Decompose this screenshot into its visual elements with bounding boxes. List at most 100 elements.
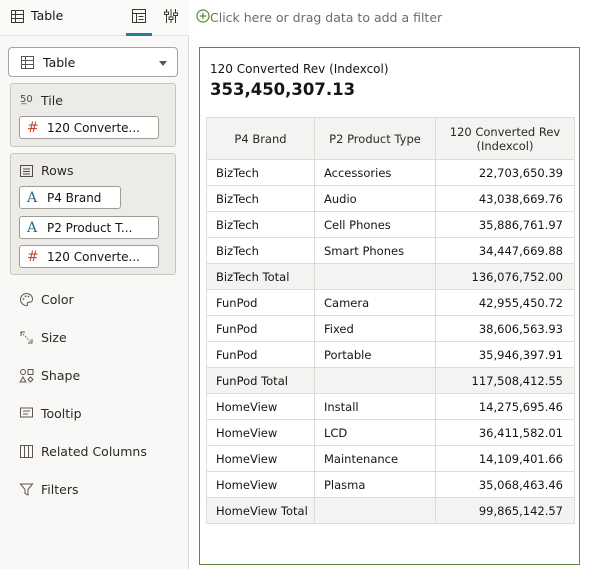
table-header-row: P4 Brand P2 Product Type 120 Converted R…	[206, 117, 575, 160]
cell-brand: BizTech	[206, 185, 315, 212]
cell-product-type: Audio	[314, 185, 436, 212]
cell-brand: BizTech	[206, 211, 315, 238]
rows-attribute-pill[interactable]: A P2 Product T...	[19, 216, 159, 239]
cell-revenue: 99,865,142.57	[435, 497, 575, 524]
tile-measure-pill[interactable]: # 120 Converte...	[19, 116, 159, 139]
table-row[interactable]: FunPod Camera 42,955,450.72	[206, 289, 575, 316]
tooltip-icon	[20, 407, 33, 418]
cell-product-type: Fixed	[314, 315, 436, 342]
property-label: Related Columns	[41, 444, 147, 459]
panel-title: Table	[31, 8, 64, 23]
table-row[interactable]: HomeView Install 14,275,695.46	[206, 393, 575, 420]
cell-revenue: 43,038,669.76	[435, 185, 575, 212]
tile-label: 120 Converted Rev (Indexcol)	[210, 62, 389, 76]
pill-label: 120 Converte...	[47, 250, 140, 264]
table-row[interactable]: BizTech Accessories 22,703,650.39	[206, 159, 575, 186]
viz-type-select[interactable]: Table	[8, 47, 178, 77]
table-row[interactable]: BizTech Smart Phones 34,447,669.88	[206, 237, 575, 264]
property-label: Filters	[41, 482, 79, 497]
column-header[interactable]: P2 Product Type	[314, 117, 436, 160]
tab-properties[interactable]	[158, 0, 184, 36]
cell-product-type: LCD	[314, 419, 436, 446]
cell-product-type: Install	[314, 393, 436, 420]
cell-product-type: Portable	[314, 341, 436, 368]
cell-product-type: Cell Phones	[314, 211, 436, 238]
properties-icon	[164, 9, 178, 23]
pill-label: P4 Brand	[47, 191, 102, 205]
cell-product-type: Camera	[314, 289, 436, 316]
cell-revenue: 35,946,397.91	[435, 341, 575, 368]
table-total-row[interactable]: FunPod Total 117,508,412.55	[206, 367, 575, 394]
table-icon	[21, 56, 34, 69]
cell-product-type: Accessories	[314, 159, 436, 186]
tile-icon: 5̲0	[20, 94, 33, 105]
cell-brand: HomeView	[206, 471, 315, 498]
table-total-row[interactable]: HomeView Total 99,865,142.57	[206, 497, 575, 524]
cell-revenue: 42,955,450.72	[435, 289, 575, 316]
cell-brand: HomeView	[206, 445, 315, 472]
viz-type-label: Table	[43, 55, 76, 70]
cell-revenue: 36,411,582.01	[435, 419, 575, 446]
grammar-panel: Table Table 5̲0 Tile # 120 Converte... R…	[0, 0, 189, 569]
attribute-icon: A	[27, 190, 38, 206]
table-row[interactable]: BizTech Cell Phones 35,886,761.97	[206, 211, 575, 238]
data-table: P4 Brand P2 Product Type 120 Converted R…	[206, 117, 575, 524]
measure-icon: #	[27, 120, 39, 136]
cell-product-type	[314, 263, 436, 290]
cell-brand: BizTech	[206, 159, 315, 186]
cell-product-type: Maintenance	[314, 445, 436, 472]
columns-icon	[20, 445, 33, 458]
property-label: Color	[41, 292, 74, 307]
filter-icon	[19, 483, 34, 496]
cell-revenue: 117,508,412.55	[435, 367, 575, 394]
rows-measure-pill[interactable]: # 120 Converte...	[19, 245, 159, 268]
column-header[interactable]: 120 Converted Rev (Indexcol)	[435, 117, 575, 160]
rows-attribute-pill[interactable]: A P4 Brand	[19, 186, 121, 209]
property-label: Shape	[41, 368, 81, 383]
cell-revenue: 35,068,463.46	[435, 471, 575, 498]
cell-brand: HomeView Total	[206, 497, 315, 524]
cell-brand: BizTech	[206, 237, 315, 264]
cell-revenue: 22,703,650.39	[435, 159, 575, 186]
table-row[interactable]: BizTech Audio 43,038,669.76	[206, 185, 575, 212]
table-row[interactable]: FunPod Fixed 38,606,563.93	[206, 315, 575, 342]
size-icon	[20, 331, 33, 344]
rows-section[interactable]: Rows A P4 Brand A P2 Product T... # 120 …	[10, 153, 176, 275]
visualization-canvas[interactable]: 120 Converted Rev (Indexcol) 353,450,307…	[199, 47, 580, 565]
cell-revenue: 14,109,401.66	[435, 445, 575, 472]
table-body: BizTech Accessories 22,703,650.39 BizTech Au…	[206, 159, 575, 524]
tile-section[interactable]: 5̲0 Tile # 120 Converte...	[10, 83, 176, 147]
property-label: Size	[41, 330, 67, 345]
cell-brand: FunPod	[206, 341, 315, 368]
pill-label: 120 Converte...	[47, 121, 140, 135]
panel-header: Table	[0, 0, 189, 36]
column-header[interactable]: P4 Brand	[206, 117, 315, 160]
cell-product-type	[314, 367, 436, 394]
table-icon	[11, 10, 24, 23]
cell-brand: HomeView	[206, 393, 315, 420]
cell-revenue: 35,886,761.97	[435, 211, 575, 238]
table-row[interactable]: HomeView Maintenance 14,109,401.66	[206, 445, 575, 472]
table-row[interactable]: HomeView LCD 36,411,582.01	[206, 419, 575, 446]
cell-brand: HomeView	[206, 419, 315, 446]
chevron-down-icon	[159, 61, 167, 66]
table-row[interactable]: FunPod Portable 35,946,397.91	[206, 341, 575, 368]
cell-product-type	[314, 497, 436, 524]
tab-grammar[interactable]	[126, 0, 152, 36]
rows-icon	[20, 165, 33, 177]
cell-revenue: 38,606,563.93	[435, 315, 575, 342]
tile-value: 353,450,307.13	[210, 80, 356, 99]
table-total-row[interactable]: BizTech Total 136,076,752.00	[206, 263, 575, 290]
cell-brand: FunPod Total	[206, 367, 315, 394]
grammar-icon	[132, 9, 146, 23]
cell-brand: FunPod	[206, 315, 315, 342]
table-row[interactable]: HomeView Plasma 35,068,463.46	[206, 471, 575, 498]
palette-icon	[20, 292, 34, 307]
attribute-icon: A	[27, 220, 38, 236]
tile-section-label: Tile	[41, 93, 63, 108]
cell-revenue: 14,275,695.46	[435, 393, 575, 420]
cell-brand: BizTech Total	[206, 263, 315, 290]
pill-label: P2 Product T...	[47, 221, 133, 235]
cell-product-type: Plasma	[314, 471, 436, 498]
filter-bar[interactable]: Click here or drag data to add a filter	[190, 0, 593, 36]
